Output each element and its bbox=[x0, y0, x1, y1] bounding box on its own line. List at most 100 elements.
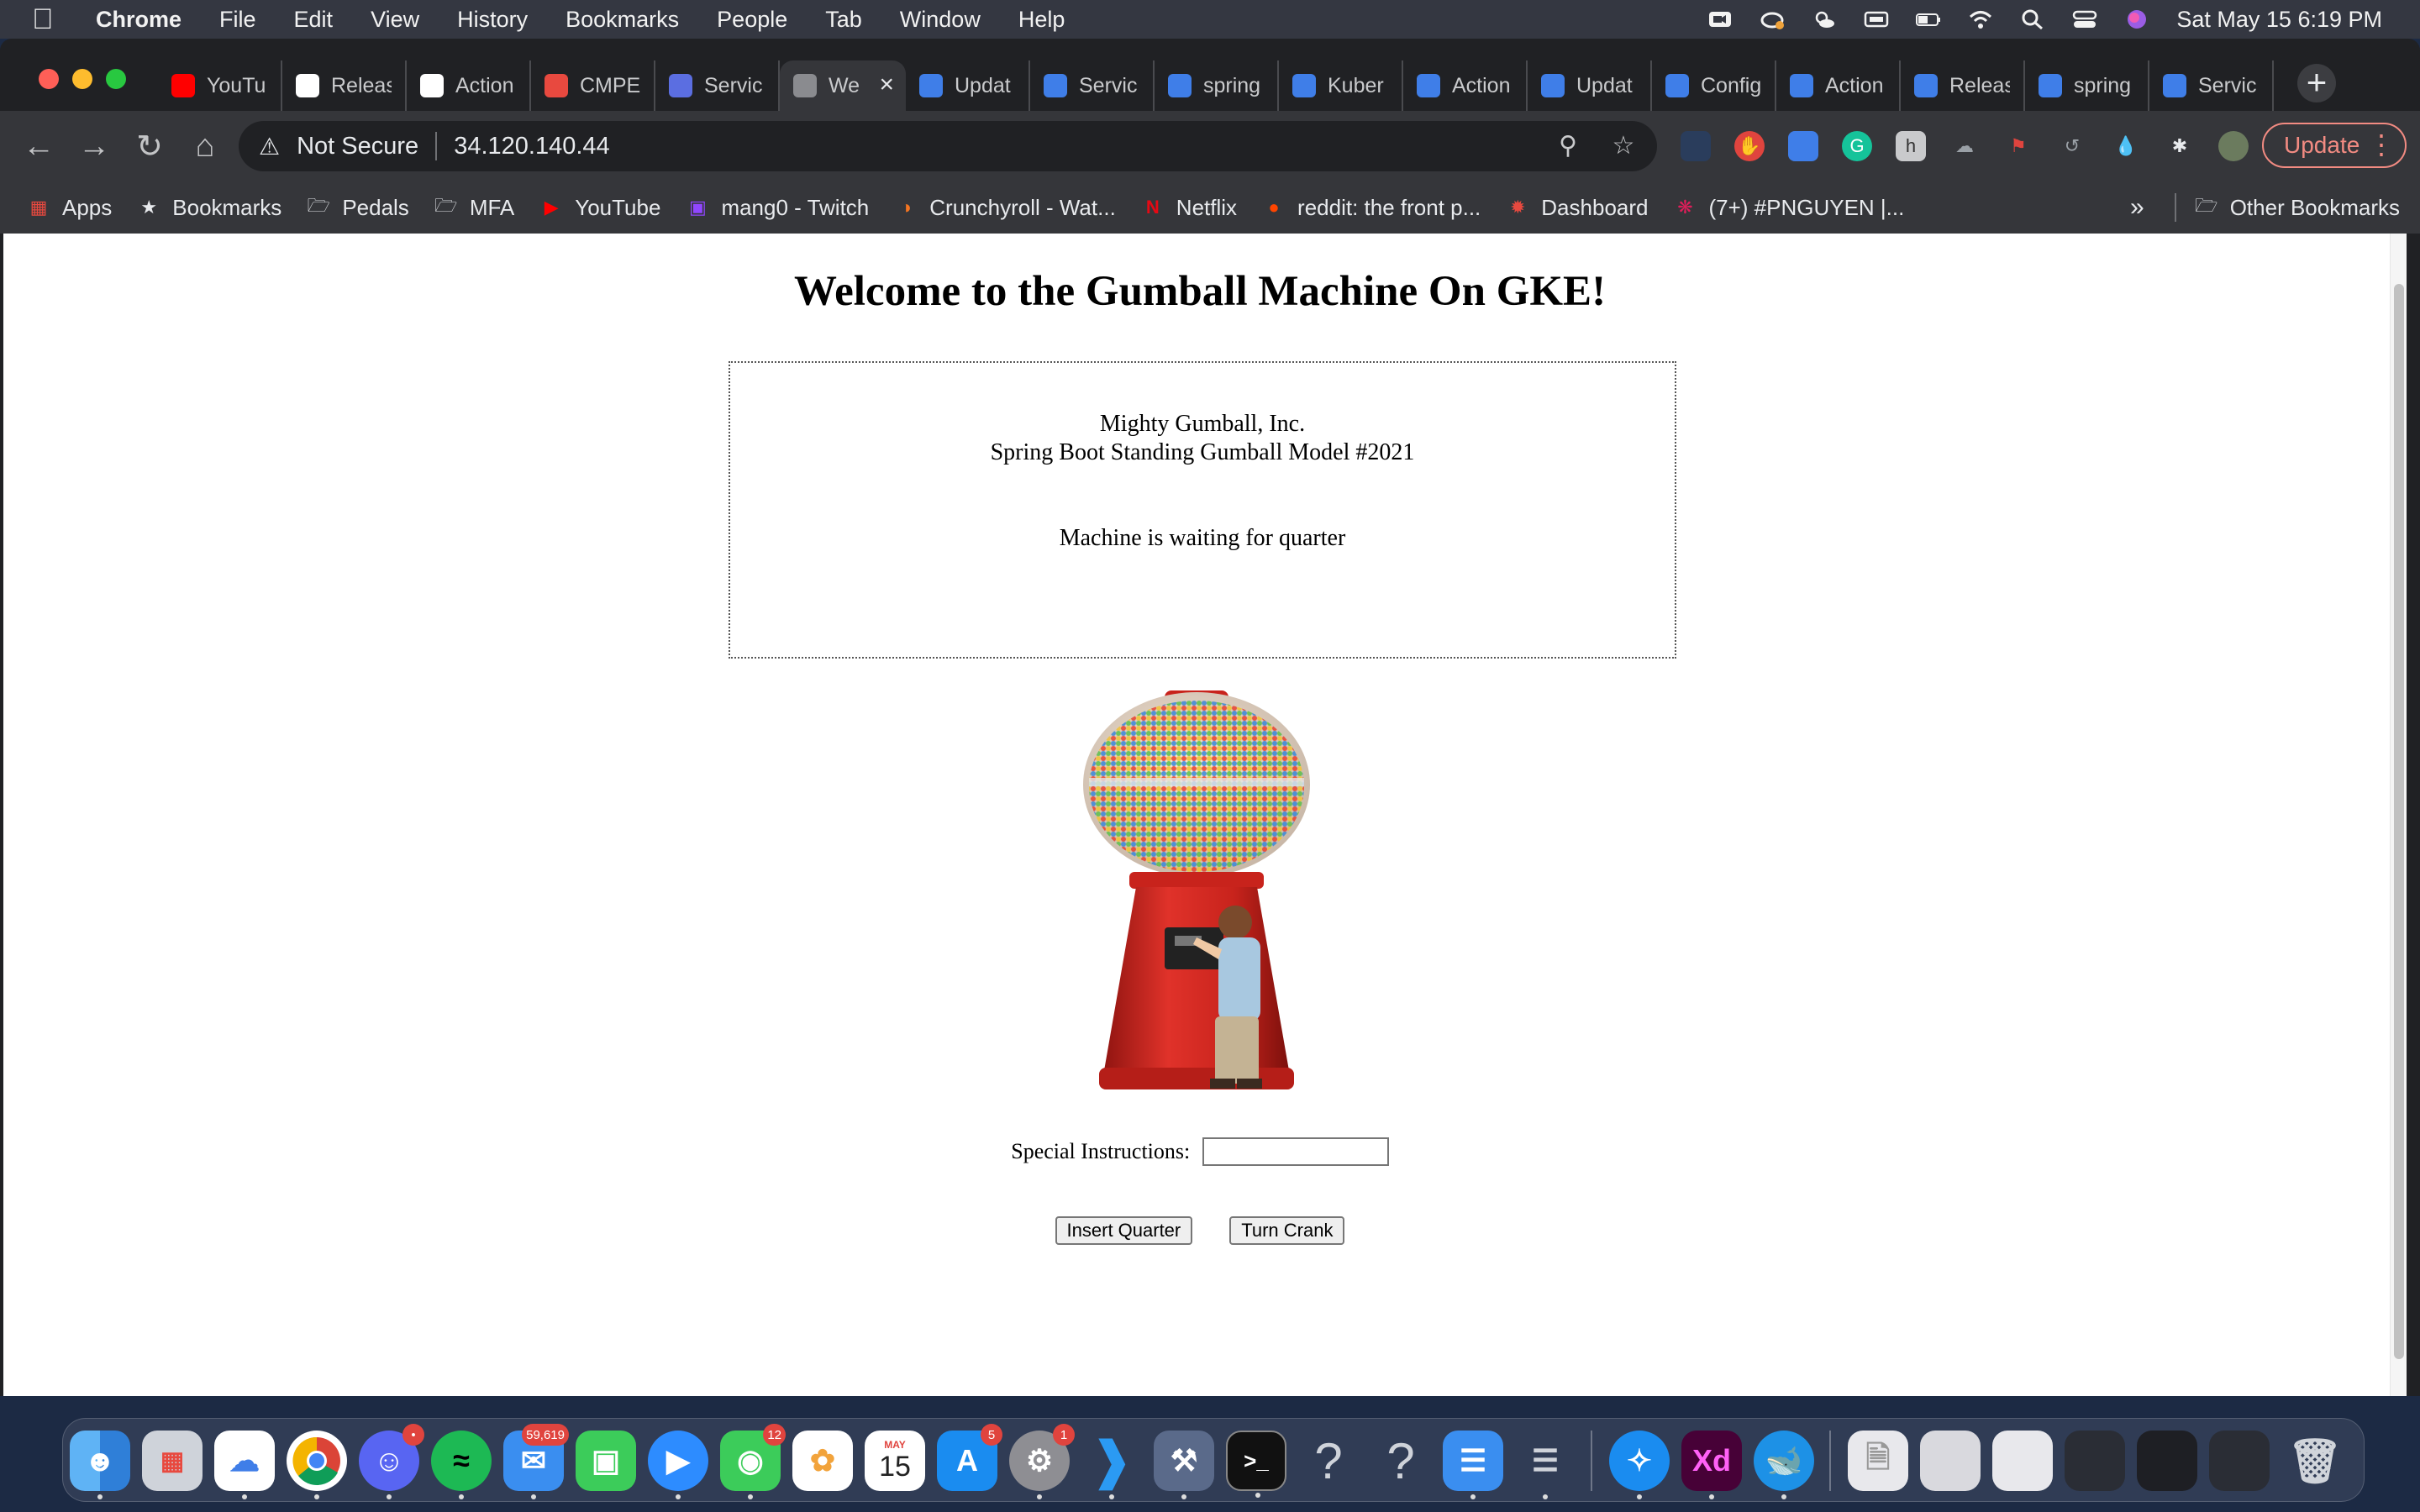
profile-avatar[interactable] bbox=[2218, 131, 2249, 161]
cloud-app-icon[interactable]: ☁ bbox=[214, 1431, 275, 1499]
new-tab-button[interactable]: + bbox=[2297, 64, 2336, 102]
cloud-extension-icon[interactable] bbox=[1788, 131, 1818, 161]
grammarly-icon[interactable]: G bbox=[1842, 131, 1872, 161]
siri-icon[interactable] bbox=[2124, 8, 2149, 30]
bookmark-star-icon[interactable]: ☆ bbox=[1608, 131, 1639, 161]
app-menu[interactable]: Chrome bbox=[96, 7, 182, 33]
adblock-icon[interactable]: ✋ bbox=[1734, 131, 1765, 161]
menu-window[interactable]: Window bbox=[900, 7, 981, 33]
bookmark-apps[interactable]: ▦ Apps bbox=[27, 195, 113, 221]
bookmark-dashboard[interactable]: ✹ Dashboard bbox=[1506, 195, 1648, 221]
app-store-icon[interactable]: A5 bbox=[937, 1424, 1002, 1491]
finder-icon[interactable]: ☻ bbox=[70, 1431, 130, 1499]
wifi-icon[interactable] bbox=[1968, 8, 1993, 30]
menu-bookmarks[interactable]: Bookmarks bbox=[566, 7, 679, 33]
zoom-out-icon[interactable]: ⚲ bbox=[1553, 131, 1583, 161]
browser-tab[interactable]: Updat bbox=[1528, 60, 1652, 111]
menu-history[interactable]: History bbox=[457, 7, 528, 33]
update-chrome-button[interactable]: Update ⋮ bbox=[2262, 123, 2407, 168]
unknown-app-icon-2[interactable]: ? bbox=[1370, 1431, 1431, 1491]
battery-icon[interactable] bbox=[1916, 8, 1941, 30]
browser-tab[interactable]: Action bbox=[1403, 60, 1528, 111]
home-icon[interactable]: ⌂ bbox=[188, 129, 222, 164]
forward-arrow-icon[interactable]: → bbox=[77, 129, 111, 164]
browser-tab[interactable]: YouTu bbox=[158, 60, 282, 111]
zoom-icon[interactable]: ▶ bbox=[648, 1431, 708, 1499]
special-instructions-input[interactable] bbox=[1202, 1137, 1389, 1167]
document-icon[interactable]: 🗎 bbox=[1848, 1431, 1908, 1491]
warning-triangle-icon[interactable]: ⚠ bbox=[259, 133, 280, 160]
bookmark-reddit[interactable]: ● reddit: the front p... bbox=[1262, 195, 1481, 221]
docker-icon[interactable]: 🐋 bbox=[1754, 1431, 1814, 1499]
adobe-xd-icon[interactable]: Xd bbox=[1681, 1431, 1742, 1499]
bookmarks-overflow-button[interactable]: » bbox=[2130, 193, 2144, 222]
bookmark-slack[interactable]: ❋ (7+) #PNGUYEN |... bbox=[1673, 195, 1904, 221]
photos-icon[interactable]: ✿ bbox=[792, 1431, 853, 1491]
more-menu-icon[interactable]: ⋮ bbox=[2368, 131, 2395, 158]
terminal-icon[interactable]: >_ bbox=[1226, 1431, 1286, 1498]
minimize-window-icon[interactable] bbox=[72, 69, 92, 89]
fork-git-icon[interactable]: ☰ bbox=[1443, 1431, 1503, 1499]
browser-tab[interactable]: Releas bbox=[282, 60, 407, 111]
extension-icon[interactable] bbox=[1681, 131, 1711, 161]
flag-icon[interactable]: ⚑ bbox=[2003, 131, 2033, 161]
creative-cloud-icon[interactable] bbox=[1760, 8, 1785, 30]
browser-tab[interactable]: CMPE bbox=[531, 60, 655, 111]
browser-tab[interactable]: spring bbox=[2025, 60, 2149, 111]
close-tab-icon[interactable]: × bbox=[879, 72, 894, 97]
browser-tab[interactable]: Action bbox=[407, 60, 531, 111]
honey-extension-icon[interactable]: h bbox=[1896, 131, 1926, 161]
bookmark-youtube[interactable]: ▶ YouTube bbox=[539, 195, 661, 221]
security-indicator[interactable]: Not Secure bbox=[297, 133, 418, 160]
history-icon[interactable]: ↺ bbox=[2057, 131, 2087, 161]
apple-menu-icon[interactable]:  bbox=[32, 0, 66, 39]
menu-view[interactable]: View bbox=[371, 7, 419, 33]
browser-tab[interactable]: Kuber bbox=[1279, 60, 1403, 111]
minimized-window-thumbnail[interactable] bbox=[2137, 1431, 2197, 1491]
scrollbar-thumb[interactable] bbox=[2394, 284, 2404, 1359]
address-bar[interactable]: ⚠ Not Secure 34.120.140.44 ⚲ ☆ bbox=[239, 121, 1657, 171]
menu-file[interactable]: File bbox=[219, 7, 256, 33]
bookmark-crunchyroll[interactable]: ◑ Crunchyroll - Wat... bbox=[894, 195, 1116, 221]
keyboard-icon[interactable] bbox=[1864, 8, 1889, 30]
browser-tab[interactable]: Updat bbox=[906, 60, 1030, 111]
menu-people[interactable]: People bbox=[717, 7, 787, 33]
browser-tab[interactable]: Servic bbox=[655, 60, 780, 111]
vscode-icon[interactable]: ❱ bbox=[1081, 1431, 1142, 1499]
extensions-puzzle-icon[interactable]: ✱ bbox=[2165, 131, 2195, 161]
chrome-icon[interactable] bbox=[287, 1431, 347, 1499]
minimized-window-thumbnail[interactable] bbox=[2209, 1431, 2270, 1491]
insert-quarter-button[interactable]: Insert Quarter bbox=[1055, 1216, 1193, 1245]
android-extension-icon[interactable]: ☁ bbox=[1949, 131, 1980, 161]
discord-icon[interactable]: ☺ • bbox=[359, 1424, 424, 1499]
system-preferences-icon[interactable]: ⚙ 1 bbox=[1009, 1424, 1075, 1499]
close-window-icon[interactable] bbox=[39, 69, 59, 89]
browser-tab[interactable]: Action bbox=[1776, 60, 1901, 111]
browser-tab[interactable]: Config bbox=[1652, 60, 1776, 111]
unknown-app-icon[interactable]: ? bbox=[1298, 1431, 1359, 1491]
reload-icon[interactable]: ↻ bbox=[133, 129, 166, 165]
browser-tab[interactable]: spring bbox=[1155, 60, 1279, 111]
bookmark-netflix[interactable]: N Netflix bbox=[1141, 195, 1237, 221]
turn-crank-button[interactable]: Turn Crank bbox=[1229, 1216, 1345, 1245]
browser-tab[interactable]: Releas bbox=[1901, 60, 2025, 111]
spotlight-search-icon[interactable] bbox=[2020, 8, 2045, 30]
menu-help[interactable]: Help bbox=[1018, 7, 1065, 33]
minimized-window-thumbnail[interactable] bbox=[1992, 1431, 2053, 1491]
page-scrollbar[interactable] bbox=[2390, 234, 2407, 1396]
bookmark-twitch[interactable]: ▣ mang0 - Twitch bbox=[686, 195, 869, 221]
zoom-status-icon[interactable] bbox=[1707, 8, 1733, 30]
tab-active[interactable]: We × bbox=[780, 60, 906, 111]
xcode-instruments-icon[interactable]: ⚒ bbox=[1154, 1431, 1214, 1499]
safari-icon[interactable]: ✧ bbox=[1609, 1431, 1670, 1499]
facetime-icon[interactable]: ▣ bbox=[576, 1431, 636, 1491]
menu-tab[interactable]: Tab bbox=[825, 7, 862, 33]
browser-tab[interactable]: Servic bbox=[2149, 60, 2274, 111]
bookmark-mfa[interactable]: 🗁 MFA bbox=[434, 195, 514, 221]
url-text[interactable]: 34.120.140.44 bbox=[454, 133, 609, 160]
browser-tab[interactable]: Servic bbox=[1030, 60, 1155, 111]
spotify-icon[interactable]: ≈ bbox=[431, 1431, 492, 1499]
audio-level-icon[interactable]: ☰ bbox=[1515, 1431, 1576, 1499]
minimized-window-thumbnail[interactable] bbox=[2065, 1431, 2125, 1491]
bookmark-other[interactable]: 🗁 Other Bookmarks bbox=[2195, 195, 2400, 221]
